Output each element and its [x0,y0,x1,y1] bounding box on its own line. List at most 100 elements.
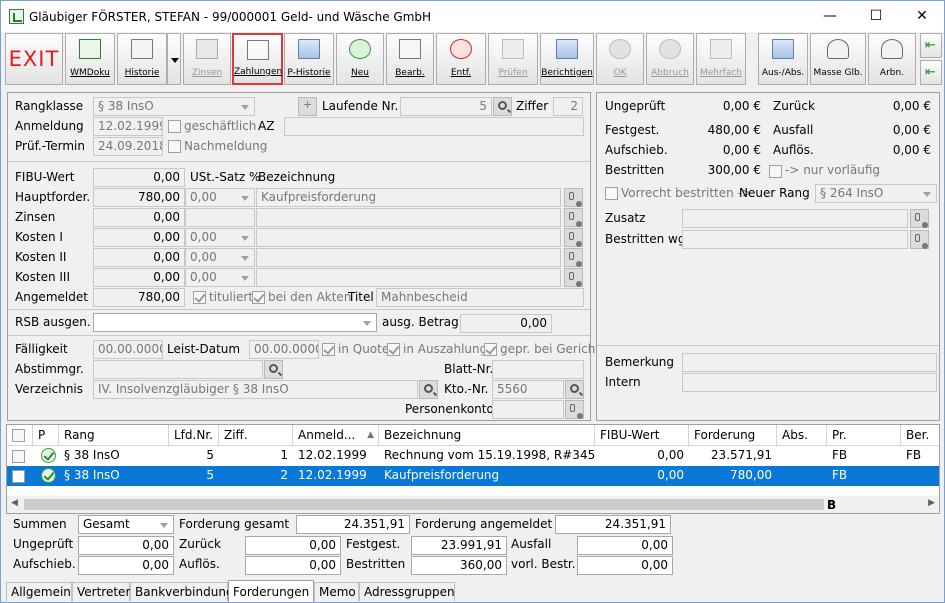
bearb-button[interactable]: Bearb. [386,33,434,85]
neuer-rang-select[interactable]: § 264 InsO [815,184,937,203]
vorrecht-bestritten-checkbox[interactable] [605,187,618,200]
fibu-wert-field[interactable]: 0,00 [93,168,185,187]
prev-record-button[interactable]: ⇤ [920,60,942,85]
scrollbar-thumb[interactable] [24,499,824,510]
hauptforder-bezeichnung-field[interactable]: Kaufpreisforderung [256,188,561,207]
kosten3-bezeichnung-field[interactable] [256,268,561,287]
faelligkeit-field[interactable]: 00.00.0000 [93,340,163,359]
kto-nr-search-button[interactable] [565,380,584,399]
summen-select[interactable]: Gesamt [78,515,174,534]
intern-field[interactable] [682,373,937,392]
tab-adressgruppen[interactable]: Adressgruppen [359,582,455,601]
tab-bankverbindung[interactable]: Bankverbindung [130,582,234,601]
hauptforder-ust-select[interactable]: 0,00 [185,188,255,207]
add-rang-button[interactable]: + [298,97,317,116]
neu-button[interactable]: Neu [336,33,384,85]
tab-allgemein[interactable]: Allgemein [6,582,72,601]
column-header-fibu-wert[interactable]: FIBU-Wert [595,425,689,446]
masse-glb-button[interactable]: Masse Glb. [810,33,866,85]
ziffer-field[interactable]: 2 [553,97,583,116]
kosten1-bezeichnung-field[interactable] [256,228,561,247]
tituliert-checkbox[interactable] [193,291,206,304]
laufende-nr-field[interactable]: 5 [400,97,492,116]
angemeldet-field[interactable]: 780,00 [93,288,185,307]
zinsen-key-button[interactable] [564,208,583,227]
personenkonto-button[interactable] [565,400,584,419]
berichtigen-button[interactable]: Berichtigen [540,33,594,85]
kosten2-key-button[interactable] [564,248,583,267]
titel-field[interactable]: Mahnbescheid [376,288,584,307]
abbruch-button[interactable]: Abbruch [646,33,694,85]
horizontal-scrollbar[interactable]: ◀ B ▶ [7,496,939,513]
wmdoku-button[interactable]: WMDoku [65,33,115,85]
verzeichnis-field[interactable]: IV. Insolvenzgläubiger § 38 InsO [93,380,418,399]
first-record-button[interactable]: ⇤ [920,33,942,58]
kosten3-ust-select[interactable]: 0,00 [185,268,255,287]
mehrfach-button[interactable]: Mehrfach [696,33,746,85]
pruefen-button[interactable]: Prüfen [488,33,538,85]
kosten3-key-button[interactable] [564,268,583,287]
zahlungen-button[interactable]: Zahlungen [232,33,283,85]
hauptforder-field[interactable]: 780,00 [93,188,185,207]
abstimmgr-search-button[interactable] [264,360,283,379]
scroll-right-icon[interactable]: ▶ [928,498,935,508]
bemerkung-field[interactable] [682,353,937,372]
historie-dropdown[interactable] [167,33,181,85]
scroll-left-icon[interactable]: ◀ [11,498,18,508]
personenkonto-field[interactable] [492,400,564,419]
in-auszahlung-checkbox[interactable] [387,343,400,356]
kosten2-bezeichnung-field[interactable] [256,248,561,267]
column-header-abs[interactable]: Abs. [777,425,827,446]
anmeldung-field[interactable]: 12.02.1999 [93,117,163,136]
column-header-rang[interactable]: Rang [59,425,169,446]
column-header-anmeld[interactable]: Anmeld... ▲ [293,425,379,446]
column-header-forderung[interactable]: Forderung [689,425,777,446]
kosten1-key-button[interactable] [564,228,583,247]
az-field[interactable] [284,117,584,136]
bestritten-wg-key-button[interactable] [910,230,929,249]
ausg-betrag-field[interactable]: 0,00 [460,314,552,333]
rangklasse-select[interactable]: § 38 InsO [93,97,255,116]
close-button[interactable]: ✕ [899,1,945,32]
zinsen-button[interactable]: Zinsen [183,33,231,85]
bestritten-wg-field[interactable] [682,230,908,249]
zusatz-key-button[interactable] [910,209,929,228]
laufende-nr-search-button[interactable] [493,97,512,116]
geschaeftlich-checkbox[interactable] [168,120,181,133]
column-header-bezeichnung[interactable]: Bezeichnung [379,425,595,446]
table-row-selected[interactable]: § 38 InsO 5 2 12.02.1999 Kaufpreisforder… [7,466,939,486]
gepr-bei-gericht-checkbox[interactable] [484,343,497,356]
hauptforder-key-button[interactable] [564,188,583,207]
rsb-select[interactable] [93,313,377,332]
kto-nr-field[interactable]: 5560 [492,380,564,399]
kosten2-ust-select[interactable]: 0,00 [185,248,255,267]
column-header-ziff[interactable]: Ziff. [219,425,293,446]
tab-forderungen[interactable]: Forderungen [228,580,314,602]
entf-button[interactable]: Entf. [436,33,486,85]
zinsen-bezeichnung-field[interactable] [256,208,561,227]
zinsen-field[interactable]: 0,00 [93,208,185,227]
zusatz-field[interactable] [682,209,908,228]
kosten2-field[interactable]: 0,00 [93,248,185,267]
kosten1-ust-select[interactable]: 0,00 [185,228,255,247]
verzeichnis-search-button[interactable] [419,380,438,399]
nachmeldung-checkbox[interactable] [168,140,181,153]
row-checkbox[interactable] [12,470,25,483]
in-quote-checkbox[interactable] [322,343,335,356]
column-header-p[interactable]: P [33,425,59,446]
kosten1-field[interactable]: 0,00 [93,228,185,247]
select-all-column[interactable] [7,425,33,446]
tab-vertreter[interactable]: Vertreter [72,582,130,601]
historie-button[interactable]: Historie [117,33,167,85]
abstimmgr-field[interactable] [93,360,263,379]
aus-abs-button[interactable]: Aus-/Abs. [758,33,808,85]
kosten3-field[interactable]: 0,00 [93,268,185,287]
column-header-lfd-nr[interactable]: Lfd.Nr. [169,425,219,446]
bei-den-akten-checkbox[interactable] [252,291,265,304]
tab-memo[interactable]: Memo [314,582,359,601]
column-header-ber[interactable]: Ber. [901,425,939,446]
leist-datum-field[interactable]: 00.00.0000 [249,340,319,359]
p-historie-button[interactable]: P-Historie [284,33,334,85]
arbn-button[interactable]: Arbn. [868,33,916,85]
maximize-button[interactable]: ☐ [853,1,899,32]
